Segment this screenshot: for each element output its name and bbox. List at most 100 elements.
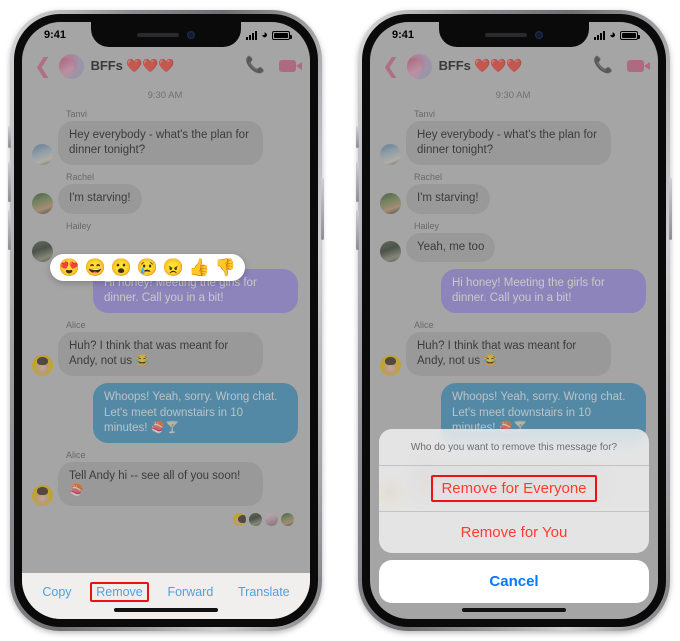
phone-bezel-left: 9:41 ◕ ❮ BFFs ❤️❤️❤️ 📞 9:30 AM Tanvi Hey… <box>14 14 318 627</box>
sender-label: Rachel <box>66 172 95 183</box>
screen-left: 9:41 ◕ ❮ BFFs ❤️❤️❤️ 📞 9:30 AM Tanvi Hey… <box>22 22 310 619</box>
avatar <box>32 192 53 214</box>
wifi-icon: ◕ <box>609 29 616 41</box>
message-bubble[interactable]: Huh? I think that was meant for Andy, no… <box>406 332 611 377</box>
message-bubble[interactable]: I'm starving! <box>58 184 142 214</box>
message-row-selected[interactable]: Whoops! Yeah, sorry. Wrong chat. Let's m… <box>32 383 298 443</box>
message-row[interactable]: Huh? I think that was meant for Andy, no… <box>32 332 298 377</box>
chat-header-right: ❮ BFFs ❤️❤️❤️ 📞 <box>370 48 658 84</box>
conversation-timestamp: 9:30 AM <box>147 90 183 101</box>
remove-action-sheet: Who do you want to remove this message f… <box>370 429 658 619</box>
back-chevron-icon[interactable]: ❮ <box>382 56 400 77</box>
emoji-reaction-bar[interactable]: 😍 😄 😮 😢 😠 👍 👎 <box>50 254 245 281</box>
home-indicator[interactable] <box>462 608 566 612</box>
volume-down-button[interactable] <box>8 210 11 250</box>
remove-for-everyone-row[interactable]: Remove for Everyone <box>379 466 649 511</box>
avatar <box>32 240 53 262</box>
sender-label: Alice <box>66 449 86 460</box>
cellular-bars-icon <box>594 31 606 40</box>
message-bubble[interactable]: I'm starving! <box>406 184 490 214</box>
avatar <box>249 513 262 527</box>
avatar <box>380 355 401 377</box>
avatar <box>281 513 294 527</box>
battery-full-icon <box>620 31 640 40</box>
thumbs-down-emoji[interactable]: 👎 <box>214 259 237 276</box>
avatar <box>265 513 278 527</box>
front-camera-icon <box>187 30 195 39</box>
avatar <box>380 240 401 262</box>
power-button[interactable] <box>669 178 672 240</box>
message-bubble[interactable]: Hi honey! Meeting the girls for dinner. … <box>441 268 646 314</box>
volume-up-button[interactable] <box>8 162 11 202</box>
sender-label: Alice <box>414 320 434 331</box>
copy-action[interactable]: Copy <box>36 582 77 602</box>
power-button[interactable] <box>321 178 324 240</box>
phone-call-icon[interactable]: 📞 <box>593 58 613 74</box>
message-row[interactable]: I'm starving! <box>380 184 646 214</box>
sad-tear-emoji[interactable]: 😢 <box>136 259 159 276</box>
mute-switch[interactable] <box>8 126 11 148</box>
remove-for-you-button[interactable]: Remove for You <box>453 521 576 544</box>
message-list-left[interactable]: 9:30 AM Tanvi Hey everybody - what's the… <box>22 84 310 573</box>
message-row[interactable]: I'm starving! <box>32 184 298 214</box>
message-action-bar: Copy Remove Forward Translate <box>22 573 310 619</box>
battery-full-icon <box>272 31 292 40</box>
message-row[interactable]: Yeah, me too <box>380 232 646 262</box>
screen-right: 9:41 ◕ ❮ BFFs ❤️❤️❤️ 📞 9:30 AM Tanvi Hey… <box>370 22 658 619</box>
phone-left: 9:41 ◕ ❮ BFFs ❤️❤️❤️ 📞 9:30 AM Tanvi Hey… <box>8 10 324 631</box>
message-row[interactable]: Huh? I think that was meant for Andy, no… <box>380 332 646 377</box>
wifi-icon: ◕ <box>261 29 268 41</box>
avatar <box>233 513 246 527</box>
cancel-button[interactable]: Cancel <box>379 560 649 603</box>
remove-for-everyone-button[interactable]: Remove for Everyone <box>431 475 597 502</box>
angry-emoji[interactable]: 😠 <box>162 259 185 276</box>
avatar <box>32 485 53 507</box>
group-avatar[interactable] <box>58 53 84 79</box>
message-bubble[interactable]: Huh? I think that was meant for Andy, no… <box>58 332 263 377</box>
volume-down-button[interactable] <box>356 210 359 250</box>
message-bubble[interactable]: Yeah, me too <box>406 232 496 262</box>
speaker-grille-icon <box>137 32 179 37</box>
header-actions: 📞 <box>245 58 302 74</box>
status-time: 9:41 <box>44 29 67 41</box>
status-indicators: ◕ <box>594 29 640 41</box>
message-bubble[interactable]: Hey everybody - what's the plan for dinn… <box>58 121 263 166</box>
notch-left <box>91 22 241 47</box>
video-call-icon[interactable] <box>627 60 650 72</box>
phone-right: 9:41 ◕ ❮ BFFs ❤️❤️❤️ 📞 9:30 AM Tanvi Hey… <box>356 10 672 631</box>
action-sheet-title: Who do you want to remove this message f… <box>379 429 649 466</box>
conversation-timestamp: 9:30 AM <box>495 90 531 101</box>
chat-header-left: ❮ BFFs ❤️❤️❤️ 📞 <box>22 48 310 84</box>
remove-action[interactable]: Remove <box>90 582 149 602</box>
message-row[interactable]: Hey everybody - what's the plan for dinn… <box>32 121 298 166</box>
sender-label: Rachel <box>414 172 443 183</box>
back-chevron-icon[interactable]: ❮ <box>34 56 52 77</box>
heart-eyes-emoji[interactable]: 😍 <box>58 259 81 276</box>
video-call-icon[interactable] <box>279 60 302 72</box>
mute-switch[interactable] <box>356 126 359 148</box>
remove-for-you-row[interactable]: Remove for You <box>379 511 649 553</box>
home-indicator[interactable] <box>114 608 218 612</box>
message-bubble[interactable]: Whoops! Yeah, sorry. Wrong chat. Let's m… <box>93 383 298 443</box>
translate-action[interactable]: Translate <box>232 582 296 602</box>
sender-label: Alice <box>66 320 86 331</box>
volume-up-button[interactable] <box>356 162 359 202</box>
message-row[interactable]: Hey everybody - what's the plan for dinn… <box>380 121 646 166</box>
avatar <box>32 355 53 377</box>
group-avatar[interactable] <box>406 53 432 79</box>
forward-action[interactable]: Forward <box>161 582 219 602</box>
surprised-emoji[interactable]: 😮 <box>110 259 133 276</box>
speaker-grille-icon <box>485 32 527 37</box>
phone-call-icon[interactable]: 📞 <box>245 58 265 74</box>
sender-label: Hailey <box>66 220 92 231</box>
message-bubble[interactable]: Hey everybody - what's the plan for dinn… <box>406 121 611 166</box>
laughing-emoji[interactable]: 😄 <box>84 259 107 276</box>
avatar <box>380 192 401 214</box>
screenshot-stage: 9:41 ◕ ❮ BFFs ❤️❤️❤️ 📞 9:30 AM Tanvi Hey… <box>0 0 680 641</box>
message-bubble[interactable]: Tell Andy hi -- see all of you soon! 🍣 <box>58 461 263 507</box>
message-row[interactable]: Hi honey! Meeting the girls for dinner. … <box>380 268 646 314</box>
message-row[interactable]: Tell Andy hi -- see all of you soon! 🍣 <box>32 461 298 507</box>
status-indicators: ◕ <box>246 29 292 41</box>
thumbs-up-emoji[interactable]: 👍 <box>188 259 211 276</box>
avatar <box>380 144 401 166</box>
